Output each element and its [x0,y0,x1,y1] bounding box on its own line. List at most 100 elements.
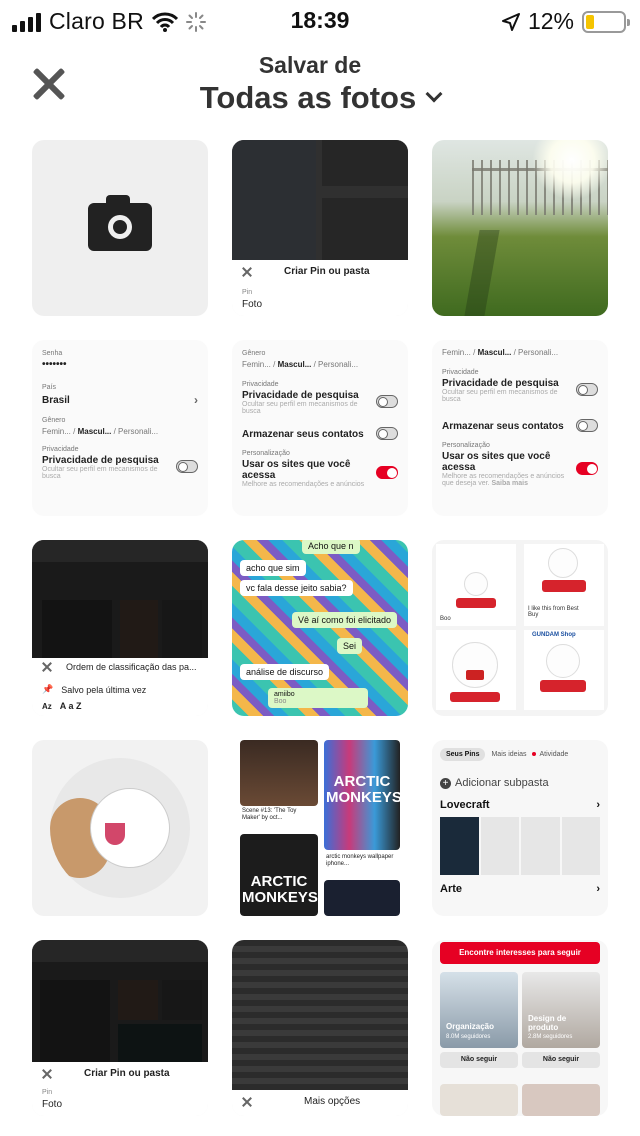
header: Salvar de Todas as fotos [0,44,640,124]
reply-sub: Boo [274,698,287,705]
option-label: Salvo pela última vez [61,684,147,695]
photo-thumbnail[interactable]: Scene #13: 'The Toy Maker' by oct... ARC… [232,740,408,916]
chat-reply: amiibo Boo [268,688,368,708]
toggle [176,460,198,473]
photo-thumbnail[interactable] [32,740,208,916]
description: Ocultar seu perfil em mecanismos de busc… [42,466,158,480]
crumb: Mascul... [277,360,312,369]
interest-name: Organização [446,1022,495,1031]
crumb: Femin... [42,427,71,436]
shop-card: Boo [436,544,516,626]
field-label: Pin [42,1089,53,1096]
photo-thumbnail[interactable]: Femin... / Mascul... / Personali... Priv… [432,340,608,516]
pin-image [324,880,400,916]
interest-count: 8.0M seguidores [446,1034,491,1040]
option-label: A a Z [59,701,82,711]
brand-label: GUNDAM Shop [532,632,576,638]
crumb: Personali... [518,348,559,357]
description: Ocultar seu perfil em mecanismos de busc… [442,389,558,403]
board-row: Arte › [440,883,600,895]
close-icon [42,662,52,672]
interest-card: Organização 8.0M seguidores [440,972,518,1048]
close-icon [242,267,252,277]
photo-thumbnail[interactable]: Gênero Femin... / Mascul... / Personali.… [232,340,408,516]
toggle [576,419,598,432]
pin-art-text: ARCTIC MONKEYS [326,773,400,806]
battery-percent: 12% [527,8,574,34]
value: Armazenar seus contatos [242,429,364,440]
board-name: Arte [440,883,463,895]
more-options-sheet: Mais opções [232,1090,408,1116]
board-thumbnails [440,817,600,875]
setting-row: Privacidade de pesquisa Ocultar seu perf… [442,376,598,403]
tab-label: Atividade [539,751,569,758]
battery-icon [582,10,630,33]
label: Gênero [242,350,266,357]
value: Brasil [42,394,70,406]
value: Usar os sites que você acessa [242,459,351,481]
value: ••••••• [42,359,67,370]
location-arrow-icon [501,12,520,31]
pin-icon: 📌 [42,684,54,694]
crumb: Personali... [118,427,159,436]
add-subfolder: + Adicionar subpasta [440,777,600,789]
photo-thumbnail[interactable]: Acho que n acho que sim vc fala desse je… [232,540,408,716]
field-value: Foto [242,299,263,310]
sort-az-icon: Aᴢ [42,701,52,711]
chevron-right-icon: › [194,393,198,407]
photo-thumbnail[interactable]: Mais opções [232,940,408,1116]
photo-thumbnail[interactable]: Criar Pin ou pasta Pin Foto [32,940,208,1116]
album-selector[interactable]: Todas as fotos [0,80,640,116]
value-row: Brasil › [42,393,198,407]
status-bar: Claro BR 18:39 12% [0,0,640,40]
close-icon [42,1069,52,1079]
album-title: Todas as fotos [199,80,417,115]
unfollow-button: Não seguir [440,1052,518,1068]
header-subtitle: Salvar de [258,52,362,78]
photo-thumbnail[interactable]: Criar Pin ou pasta Pin Foto [232,140,408,316]
label: Personalização [442,442,490,449]
chat-bubble: vc fala desse jeito sabia? [240,580,353,596]
shop-card [436,630,516,710]
pin-image [240,740,318,806]
chevron-right-icon: › [596,883,600,895]
interest-card [440,1084,518,1116]
reply-title: amiibo [274,691,295,698]
chevron-down-icon [425,85,443,103]
breadcrumb: Femin... / Mascul... / Personali... [242,360,359,369]
photo-thumbnail[interactable]: Senha ••••••• País Brasil › Gênero Femin… [32,340,208,516]
photo-grid: Criar Pin ou pasta Pin Foto Senha ••••••… [32,140,608,1116]
interests-banner: Encontre interesses para seguir [440,942,600,964]
chat-bubble: Vê aí como foi elicitado [292,612,398,628]
photo-thumbnail[interactable] [432,140,608,316]
value: Privacidade de pesquisa [242,390,359,401]
setting-row: Usar os sites que você acessa Melhore as… [442,449,598,487]
photo-thumbnail[interactable]: Encontre interesses para seguir Organiza… [432,940,608,1116]
label: País [42,384,57,391]
tab: Atividade [532,751,568,758]
label: Privacidade [442,369,479,376]
setting-row: Armazenar seus contatos [242,427,398,440]
setting-row: Privacidade de pesquisa Ocultar seu perf… [42,453,198,480]
pin-image: ARCTIC MONKEYS [240,834,318,916]
label: Privacidade [42,446,79,453]
label: Personalização [242,450,290,457]
toggle [576,461,598,475]
unfollow-button: Não seguir [522,1052,600,1068]
crumb: Femin... [442,348,471,357]
add-label: Adicionar subpasta [455,777,549,789]
value: Armazenar seus contatos [442,421,564,432]
pin-caption: Scene #13: 'The Toy Maker' by oct... [242,808,297,821]
screenshot-dark-area [232,140,408,260]
photo-thumbnail[interactable]: Ordem de classificação das pa... 📌 Salvo… [32,540,208,716]
tab-bar: Seus Pins Mais ideias Atividade [440,748,600,761]
camera-tile[interactable] [32,140,208,316]
photo-thumbnail[interactable]: Seus Pins Mais ideias Atividade + Adicio… [432,740,608,916]
label: Gênero [42,417,66,424]
photo-thumbnail[interactable]: Boo I like this from Best Buy GUNDAM Sho… [432,540,608,716]
value: Privacidade de pesquisa [42,455,159,466]
crumb: Mascul... [477,348,512,357]
board-name: Lovecraft [440,799,490,811]
setting-row: Armazenar seus contatos [442,419,598,432]
pin-image: ARCTIC MONKEYS [324,740,400,850]
